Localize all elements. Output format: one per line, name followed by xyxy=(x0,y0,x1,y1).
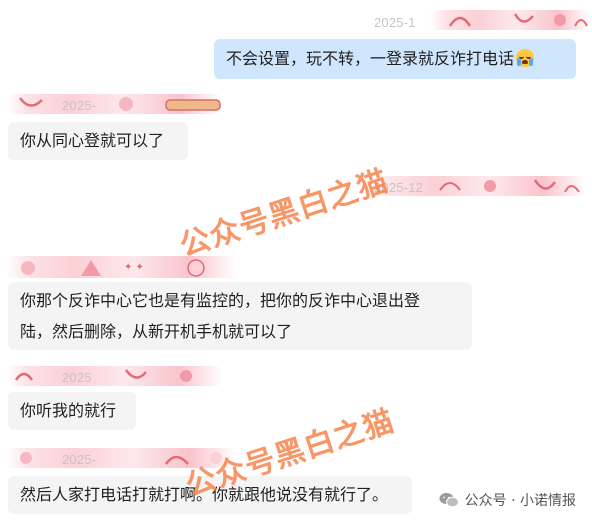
timestamp: 2025 xyxy=(62,370,92,385)
cartoon-sticker-icon xyxy=(18,97,221,111)
message-text-line: 陆，然后删除，从新开机手机就可以了 xyxy=(20,322,293,341)
footer-attribution: 公众号 · 小诺情报 xyxy=(439,490,576,510)
message-text: 不会设置，玩不转，一登录就反诈打电话 xyxy=(226,49,515,68)
sender-name-sticker xyxy=(430,10,590,30)
message-text: 你听我的就行 xyxy=(20,401,117,420)
footer-text: 公众号 · 小诺情报 xyxy=(464,493,576,509)
message-bubble-incoming[interactable]: 你那个反诈中心它也是有监控的，把你的反诈中心退出登 陆，然后删除，从新开机手机就… xyxy=(8,282,472,350)
watermark-text: 公众号黑白之猫 xyxy=(175,163,393,264)
message-bubble-incoming[interactable]: 你从同心登就可以了 xyxy=(8,122,188,160)
svg-text:✦ ✦: ✦ ✦ xyxy=(124,262,144,273)
message-text-line: 你那个反诈中心它也是有监控的，把你的反诈中心退出登 xyxy=(20,291,421,310)
wechat-icon xyxy=(439,492,459,508)
cartoon-sticker-icon xyxy=(14,369,192,382)
message-bubble-incoming[interactable]: 你听我的就行 xyxy=(8,392,136,430)
sender-name-sticker xyxy=(6,94,222,114)
message-bubble-outgoing[interactable]: 不会设置，玩不转，一登录就反诈打电话 xyxy=(214,39,576,79)
crying-face-icon xyxy=(516,49,535,67)
timestamp: 2025-1 xyxy=(374,15,416,30)
timestamp: 2025- xyxy=(62,98,97,113)
timestamp: 2025- xyxy=(62,452,97,467)
message-text: 你从同心登就可以了 xyxy=(20,131,165,150)
cartoon-sticker-icon xyxy=(448,13,588,27)
sender-name-sticker xyxy=(6,366,222,386)
